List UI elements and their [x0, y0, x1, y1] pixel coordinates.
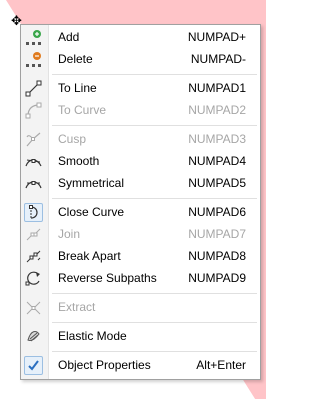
- menu-item-join[interactable]: Join NUMPAD7: [21, 223, 260, 245]
- menu-item-label: Object Properties: [58, 358, 151, 372]
- menu-item-shortcut: NUMPAD1: [188, 81, 246, 95]
- menu-item-label: Join: [58, 227, 81, 241]
- menu-item-shortcut: NUMPAD5: [188, 176, 246, 190]
- menu-item-to-line[interactable]: To Line NUMPAD1: [21, 77, 260, 99]
- menu-item-shortcut: NUMPAD9: [188, 271, 246, 285]
- menu-item-shortcut: NUMPAD3: [188, 132, 246, 146]
- menu-separator: [52, 74, 257, 75]
- menu-item-label: Cusp: [58, 132, 87, 146]
- join-icon: [25, 226, 42, 243]
- menu-item-symmetrical[interactable]: Symmetrical NUMPAD5: [21, 172, 260, 194]
- delete-node-icon: [25, 51, 42, 68]
- to-line-icon: [25, 80, 42, 97]
- menu-item-shortcut: Alt+Enter: [196, 358, 246, 372]
- symmetrical-icon: [25, 175, 42, 192]
- menu-item-object-properties[interactable]: Object Properties Alt+Enter: [21, 354, 260, 376]
- menu-item-shortcut: NUMPAD+: [187, 30, 246, 44]
- menu-item-label: To Line: [58, 81, 97, 95]
- menu-separator: [52, 322, 257, 323]
- menu-separator: [52, 125, 257, 126]
- menu-item-elastic-mode[interactable]: Elastic Mode: [21, 325, 260, 347]
- to-curve-icon: [25, 102, 42, 119]
- menu-item-shortcut: NUMPAD4: [188, 154, 246, 168]
- menu-separator: [52, 293, 257, 294]
- menu-item-shortcut: NUMPAD-: [190, 52, 246, 66]
- menu-item-label: Symmetrical: [58, 176, 125, 190]
- menu-item-label: Add: [58, 30, 80, 44]
- smooth-icon: [25, 153, 42, 170]
- menu-item-label: Delete: [58, 52, 93, 66]
- elastic-mode-icon: [25, 328, 42, 345]
- menu-item-label: Reverse Subpaths: [58, 271, 157, 285]
- cusp-icon: [25, 131, 42, 148]
- menu-item-add[interactable]: Add NUMPAD+: [21, 26, 260, 48]
- break-apart-icon: [25, 248, 42, 265]
- menu-item-break-apart[interactable]: Break Apart NUMPAD8: [21, 245, 260, 267]
- menu-item-label: Smooth: [58, 154, 100, 168]
- menu-item-label: Extract: [58, 300, 96, 314]
- check-icon: [24, 356, 43, 375]
- menu-item-extract[interactable]: Extract: [21, 296, 260, 318]
- menu-item-smooth[interactable]: Smooth NUMPAD4: [21, 150, 260, 172]
- close-curve-icon: [24, 203, 43, 222]
- menu-separator: [52, 351, 257, 352]
- menu-item-delete[interactable]: Delete NUMPAD-: [21, 48, 260, 70]
- menu-separator: [52, 198, 257, 199]
- extract-icon: [25, 299, 42, 316]
- menu-item-shortcut: NUMPAD8: [188, 249, 246, 263]
- menu-item-label: Close Curve: [58, 205, 125, 219]
- menu-item-label: Break Apart: [58, 249, 121, 263]
- menu-item-shortcut: NUMPAD7: [188, 227, 246, 241]
- menu-item-to-curve[interactable]: To Curve NUMPAD2: [21, 99, 260, 121]
- menu-item-close-curve[interactable]: Close Curve NUMPAD6: [21, 201, 260, 223]
- menu-item-shortcut: NUMPAD6: [188, 205, 246, 219]
- add-node-icon: [25, 29, 42, 46]
- menu-item-label: Elastic Mode: [58, 329, 127, 343]
- reverse-subpaths-icon: [25, 270, 42, 287]
- node-context-menu: Add NUMPAD+ Delete NUMPAD- To Line NUMPA…: [20, 24, 261, 380]
- menu-item-reverse-subpaths[interactable]: Reverse Subpaths NUMPAD9: [21, 267, 260, 289]
- menu-item-label: To Curve: [58, 103, 107, 117]
- menu-item-cusp[interactable]: Cusp NUMPAD3: [21, 128, 260, 150]
- menu-item-shortcut: NUMPAD2: [188, 103, 246, 117]
